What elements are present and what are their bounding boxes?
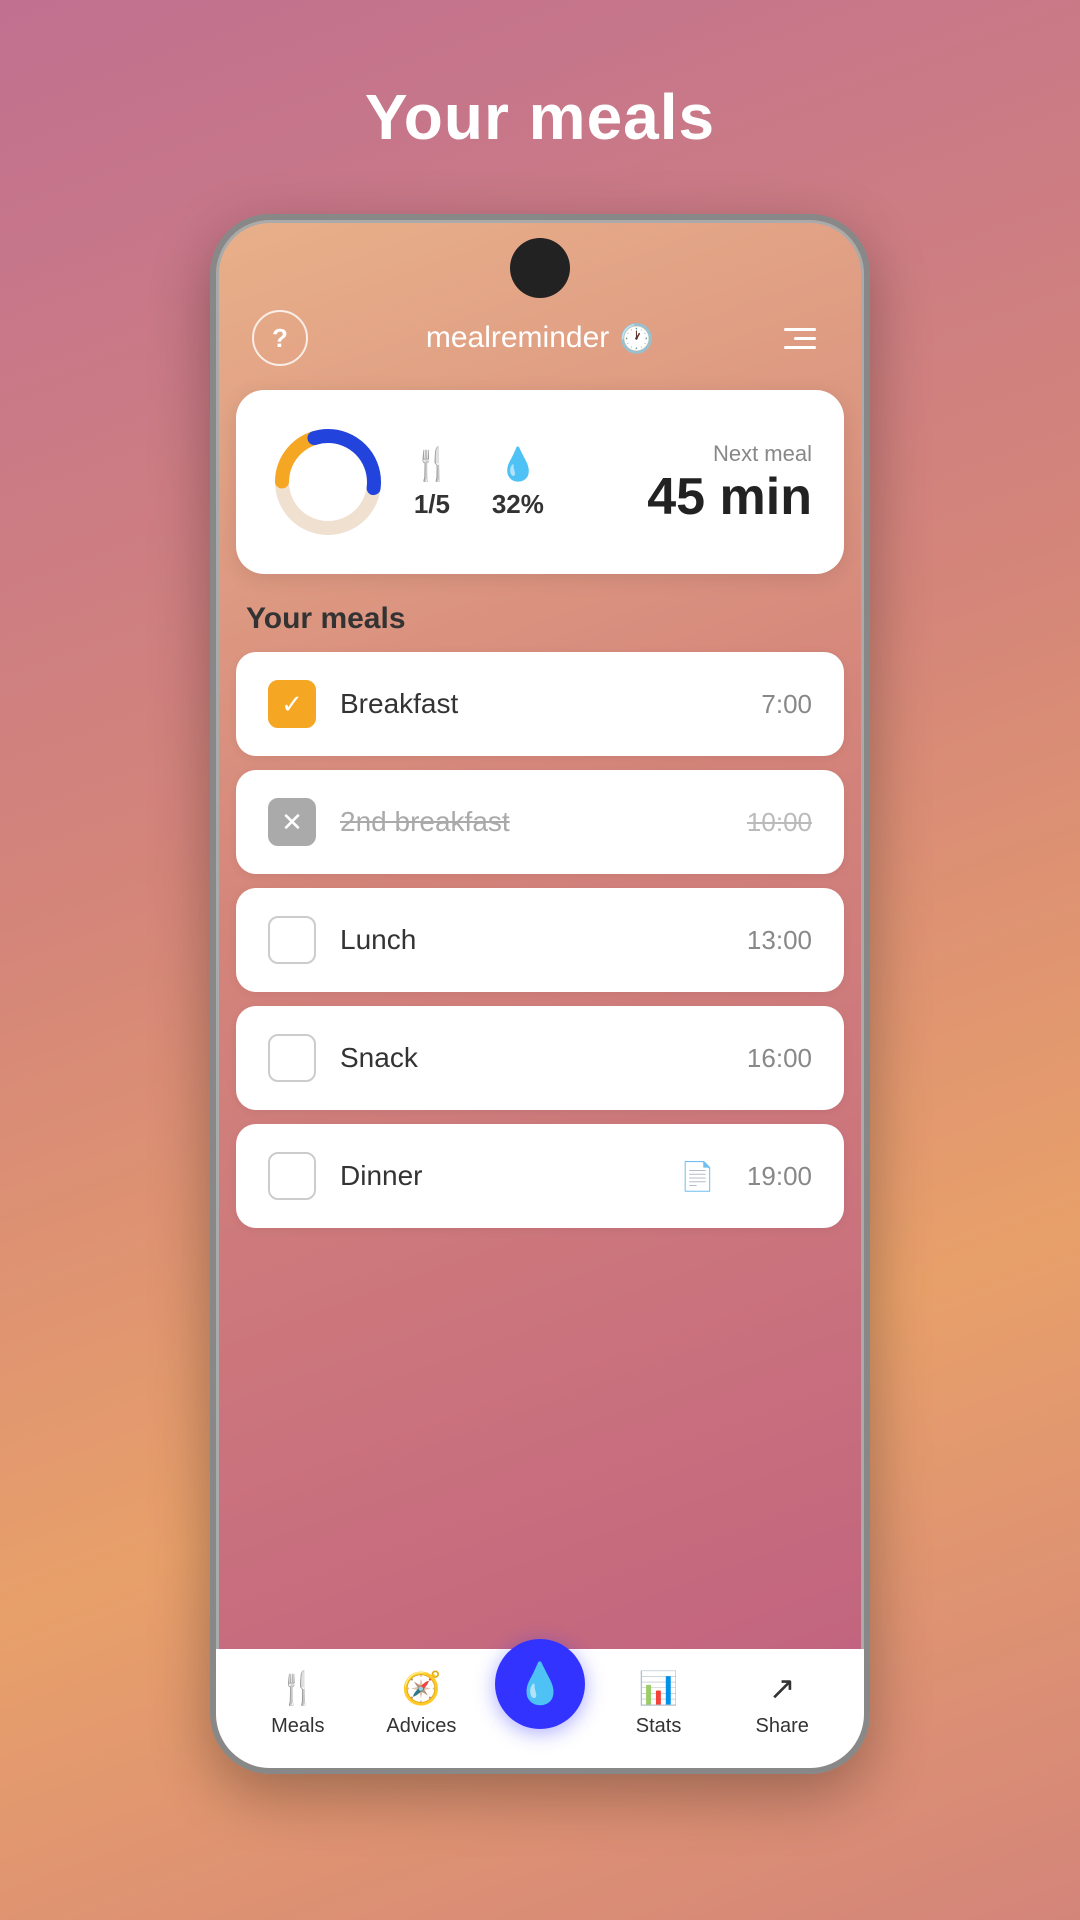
advices-nav-icon: 🧭: [401, 1669, 441, 1707]
stats-nav-icon: 📊: [639, 1669, 679, 1707]
stats-nav-label: Stats: [636, 1715, 682, 1738]
2nd-breakfast-time: 10:00: [747, 807, 812, 838]
phone-content: ? mealreminder 🕐: [216, 220, 864, 1768]
meals-section: Your meals ✓ Breakfast 7:00 ✕ 2nd breakf…: [216, 602, 864, 1649]
2nd-breakfast-name: 2nd breakfast: [340, 806, 723, 838]
water-drop-icon: 💧: [498, 445, 538, 483]
meals-nav-label: Meals: [271, 1715, 324, 1738]
summary-stats: 🍴 1/5 💧 32% Next meal 45 min: [412, 441, 812, 523]
nav-advices[interactable]: 🧭 Advices: [371, 1669, 471, 1738]
lunch-name: Lunch: [340, 924, 723, 956]
app-name-text: mealreminder: [426, 321, 609, 355]
meal-card-breakfast: ✓ Breakfast 7:00: [236, 652, 844, 756]
nav-share[interactable]: ↗ Share: [732, 1669, 832, 1738]
advices-nav-label: Advices: [386, 1715, 456, 1738]
snack-time: 16:00: [747, 1043, 812, 1074]
nav-meals[interactable]: 🍴 Meals: [248, 1669, 348, 1738]
help-button[interactable]: ?: [252, 310, 308, 366]
filter-line-1: [784, 328, 816, 331]
breakfast-name: Breakfast: [340, 688, 737, 720]
filter-line-3: [784, 346, 816, 349]
meals-count: 1/5: [414, 489, 450, 520]
snack-name: Snack: [340, 1042, 723, 1074]
share-nav-label: Share: [755, 1715, 808, 1738]
next-meal-label: Next meal: [713, 441, 812, 467]
meals-stat: 🍴 1/5: [412, 445, 452, 520]
progress-donut: [268, 422, 388, 542]
dinner-time: 19:00: [747, 1161, 812, 1192]
summary-card: 🍴 1/5 💧 32% Next meal 45 min: [236, 390, 844, 574]
meal-card-dinner: Dinner 📄 19:00: [236, 1124, 844, 1228]
meal-card-snack: Snack 16:00: [236, 1006, 844, 1110]
bottom-nav: 🍴 Meals 🧭 Advices 💧 📊 Stats ↗ Share: [216, 1649, 864, 1768]
lunch-time: 13:00: [747, 925, 812, 956]
water-stat: 💧 32%: [492, 445, 544, 520]
next-meal-time: 45 min: [647, 471, 812, 523]
meal-card-2nd-breakfast: ✕ 2nd breakfast 10:00: [236, 770, 844, 874]
nav-center-water-button[interactable]: 💧: [495, 1639, 585, 1729]
filter-line-2: [794, 337, 816, 340]
snack-checkbox[interactable]: [268, 1034, 316, 1082]
next-meal-section: Next meal 45 min: [647, 441, 812, 523]
filter-icon: [784, 328, 816, 349]
nav-stats[interactable]: 📊 Stats: [609, 1669, 709, 1738]
fork-knife-icon: 🍴: [412, 445, 452, 483]
clock-icon: 🕐: [619, 322, 654, 355]
breakfast-checkbox[interactable]: ✓: [268, 680, 316, 728]
phone-frame: ? mealreminder 🕐: [210, 214, 870, 1774]
meals-section-title: Your meals: [236, 602, 844, 636]
dinner-checkbox[interactable]: [268, 1152, 316, 1200]
water-percent: 32%: [492, 489, 544, 520]
dinner-name: Dinner: [340, 1160, 656, 1192]
lunch-checkbox[interactable]: [268, 916, 316, 964]
breakfast-time: 7:00: [761, 689, 812, 720]
page-title: Your meals: [365, 80, 715, 154]
settings-button[interactable]: [772, 310, 828, 366]
dinner-note-icon: 📄: [680, 1160, 715, 1193]
phone-notch: [510, 238, 570, 298]
app-title: mealreminder 🕐: [426, 321, 654, 355]
water-drop-center-icon: 💧: [515, 1660, 565, 1707]
meals-nav-icon: 🍴: [278, 1669, 318, 1707]
share-nav-icon: ↗: [769, 1669, 796, 1707]
2nd-breakfast-checkbox[interactable]: ✕: [268, 798, 316, 846]
meal-card-lunch: Lunch 13:00: [236, 888, 844, 992]
